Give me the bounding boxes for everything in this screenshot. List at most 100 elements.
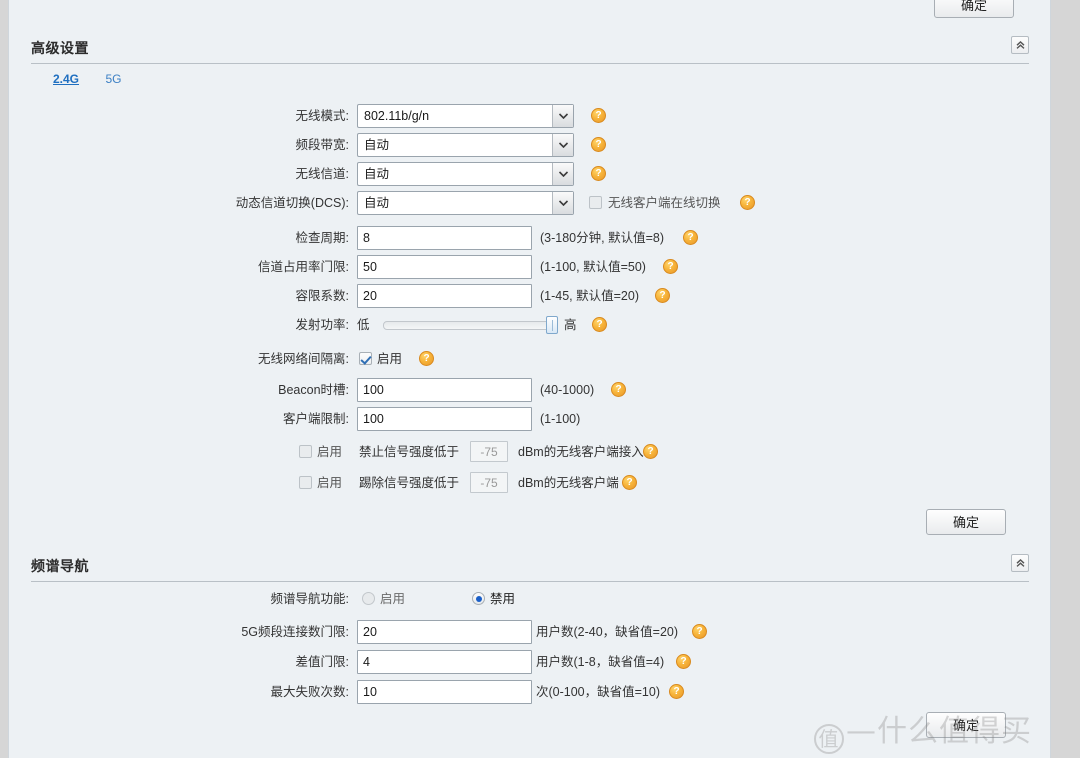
- spectrum-section-title: 频谱导航: [31, 558, 89, 574]
- tx-power-slider[interactable]: 低 高: [357, 313, 587, 337]
- row-channel: 无线信道: 自动 ?: [9, 162, 1009, 186]
- isolation-checkbox[interactable]: [359, 352, 372, 365]
- dcs-value: 自动: [364, 196, 390, 210]
- spectrum-disable-radio[interactable]: [472, 592, 485, 605]
- kick-weak-text-after: dBm的无线客户端: [518, 476, 619, 490]
- kick-weak-checkbox[interactable]: [299, 476, 312, 489]
- 5g-conn-threshold-input[interactable]: [357, 620, 532, 644]
- tolerance-input[interactable]: [357, 284, 532, 308]
- kick-weak-threshold-input[interactable]: [470, 472, 508, 493]
- client-limit-input[interactable]: [357, 407, 532, 431]
- diff-threshold-help-icon[interactable]: ?: [676, 654, 691, 669]
- kick-weak-checkbox-label: 启用: [317, 476, 343, 490]
- diff-threshold-input[interactable]: [357, 650, 532, 674]
- tx-power-track[interactable]: [383, 321, 557, 330]
- channel-select[interactable]: 自动: [357, 162, 574, 186]
- isolation-checkbox-label: 启用: [377, 352, 403, 366]
- check-period-label: 检查周期:: [295, 231, 349, 245]
- advanced-collapse-button[interactable]: [1011, 36, 1029, 54]
- row-deny-weak-clients: 启用 禁止信号强度低于 dBm的无线客户端接入 ?: [9, 440, 1009, 464]
- advanced-confirm-button[interactable]: 确定: [926, 509, 1006, 535]
- tx-power-handle[interactable]: [546, 316, 558, 334]
- deny-weak-help-icon[interactable]: ?: [643, 444, 658, 459]
- wireless-mode-value: 802.11b/g/n: [364, 109, 430, 123]
- advanced-section-title: 高级设置: [31, 40, 89, 56]
- row-tolerance: 容限系数: (1-45, 默认值=20) ?: [9, 284, 1009, 308]
- tx-power-label: 发射功率:: [295, 318, 349, 332]
- browser-viewport: 确定 高级设置 2.4G 5G 无线模式: 802.11b/g/n ? 频段带宽…: [0, 0, 1080, 758]
- chevron-down-icon: [552, 105, 573, 127]
- band-width-label: 频段带宽:: [295, 138, 349, 152]
- chevron-double-up-icon: [1015, 558, 1026, 569]
- channel-utilization-label: 信道占用率门限:: [258, 260, 349, 274]
- isolation-label: 无线网络间隔离:: [258, 352, 349, 366]
- row-band-width: 频段带宽: 自动 ?: [9, 133, 1009, 157]
- tx-power-low-label: 低: [357, 318, 370, 332]
- deny-weak-checkbox[interactable]: [299, 445, 312, 458]
- advanced-section-header: 高级设置: [31, 36, 1029, 64]
- row-diff-threshold: 差值门限: 用户数(1-8，缺省值=4) ?: [9, 650, 1009, 674]
- spectrum-collapse-button[interactable]: [1011, 554, 1029, 572]
- isolation-help-icon[interactable]: ?: [419, 351, 434, 366]
- router-settings-page: 确定 高级设置 2.4G 5G 无线模式: 802.11b/g/n ? 频段带宽…: [8, 0, 1051, 758]
- row-kick-weak-clients: 启用 踢除信号强度低于 dBm的无线客户端 ?: [9, 471, 1009, 495]
- chevron-down-icon: [552, 163, 573, 185]
- tolerance-help-icon[interactable]: ?: [655, 288, 670, 303]
- kick-weak-help-icon[interactable]: ?: [622, 475, 637, 490]
- wireless-mode-help-icon[interactable]: ?: [591, 108, 606, 123]
- tx-power-high-label: 高: [564, 318, 577, 332]
- diff-threshold-label: 差值门限:: [295, 655, 349, 669]
- wireless-mode-select[interactable]: 802.11b/g/n: [357, 104, 574, 128]
- 5g-conn-threshold-help-icon[interactable]: ?: [692, 624, 707, 639]
- row-wireless-mode: 无线模式: 802.11b/g/n ?: [9, 104, 1009, 128]
- wireless-mode-label: 无线模式:: [295, 109, 349, 123]
- dcs-online-switch-checkbox[interactable]: [589, 196, 602, 209]
- dcs-online-switch-label: 无线客户端在线切换: [608, 196, 721, 210]
- band-width-value: 自动: [364, 138, 390, 152]
- channel-label: 无线信道:: [295, 167, 349, 181]
- tolerance-hint: (1-45, 默认值=20): [540, 289, 639, 303]
- tab-2-4g[interactable]: 2.4G: [53, 72, 79, 86]
- deny-weak-text-before: 禁止信号强度低于: [359, 445, 460, 459]
- tolerance-label: 容限系数:: [295, 289, 349, 303]
- spectrum-enable-radio-label: 启用: [380, 592, 406, 606]
- row-beacon: Beacon时槽: (40-1000) ?: [9, 378, 1009, 402]
- dcs-label: 动态信道切换(DCS):: [235, 196, 349, 210]
- deny-weak-checkbox-label: 启用: [317, 445, 343, 459]
- spectrum-confirm-button[interactable]: 确定: [926, 712, 1006, 738]
- chevron-down-icon: [552, 134, 573, 156]
- beacon-help-icon[interactable]: ?: [611, 382, 626, 397]
- max-fail-hint: 次(0-100，缺省值=10): [536, 685, 660, 699]
- check-period-help-icon[interactable]: ?: [683, 230, 698, 245]
- deny-weak-threshold-input[interactable]: [470, 441, 508, 462]
- spectrum-disable-radio-label: 禁用: [490, 592, 516, 606]
- 5g-conn-threshold-hint: 用户数(2-40，缺省值=20): [536, 625, 679, 639]
- tx-power-help-icon[interactable]: ?: [592, 317, 607, 332]
- row-spectrum-feature: 频谱导航功能: 启用 禁用: [9, 587, 1009, 611]
- top-confirm-button[interactable]: 确定: [934, 0, 1014, 18]
- row-5g-conn-threshold: 5G频段连接数门限: 用户数(2-40，缺省值=20) ?: [9, 620, 1009, 644]
- tab-5g[interactable]: 5G: [105, 72, 121, 86]
- spectrum-enable-radio[interactable]: [362, 592, 375, 605]
- chevron-double-up-icon: [1015, 40, 1026, 51]
- check-period-input[interactable]: [357, 226, 532, 250]
- check-period-hint: (3-180分钟, 默认值=8): [540, 231, 664, 245]
- channel-help-icon[interactable]: ?: [591, 166, 606, 181]
- dcs-select[interactable]: 自动: [357, 191, 574, 215]
- 5g-conn-threshold-label: 5G频段连接数门限:: [241, 625, 349, 639]
- max-fail-help-icon[interactable]: ?: [669, 684, 684, 699]
- row-check-period: 检查周期: (3-180分钟, 默认值=8) ?: [9, 226, 1009, 250]
- max-fail-label: 最大失败次数:: [270, 685, 349, 699]
- band-width-help-icon[interactable]: ?: [591, 137, 606, 152]
- band-tabs: 2.4G 5G: [53, 70, 143, 88]
- channel-value: 自动: [364, 167, 390, 181]
- deny-weak-text-after: dBm的无线客户端接入: [518, 445, 644, 459]
- channel-utilization-help-icon[interactable]: ?: [663, 259, 678, 274]
- dcs-help-icon[interactable]: ?: [740, 195, 755, 210]
- max-fail-input[interactable]: [357, 680, 532, 704]
- beacon-input[interactable]: [357, 378, 532, 402]
- row-dcs: 动态信道切换(DCS): 自动 无线客户端在线切换 ?: [9, 191, 1009, 215]
- band-width-select[interactable]: 自动: [357, 133, 574, 157]
- channel-utilization-input[interactable]: [357, 255, 532, 279]
- channel-utilization-hint: (1-100, 默认值=50): [540, 260, 646, 274]
